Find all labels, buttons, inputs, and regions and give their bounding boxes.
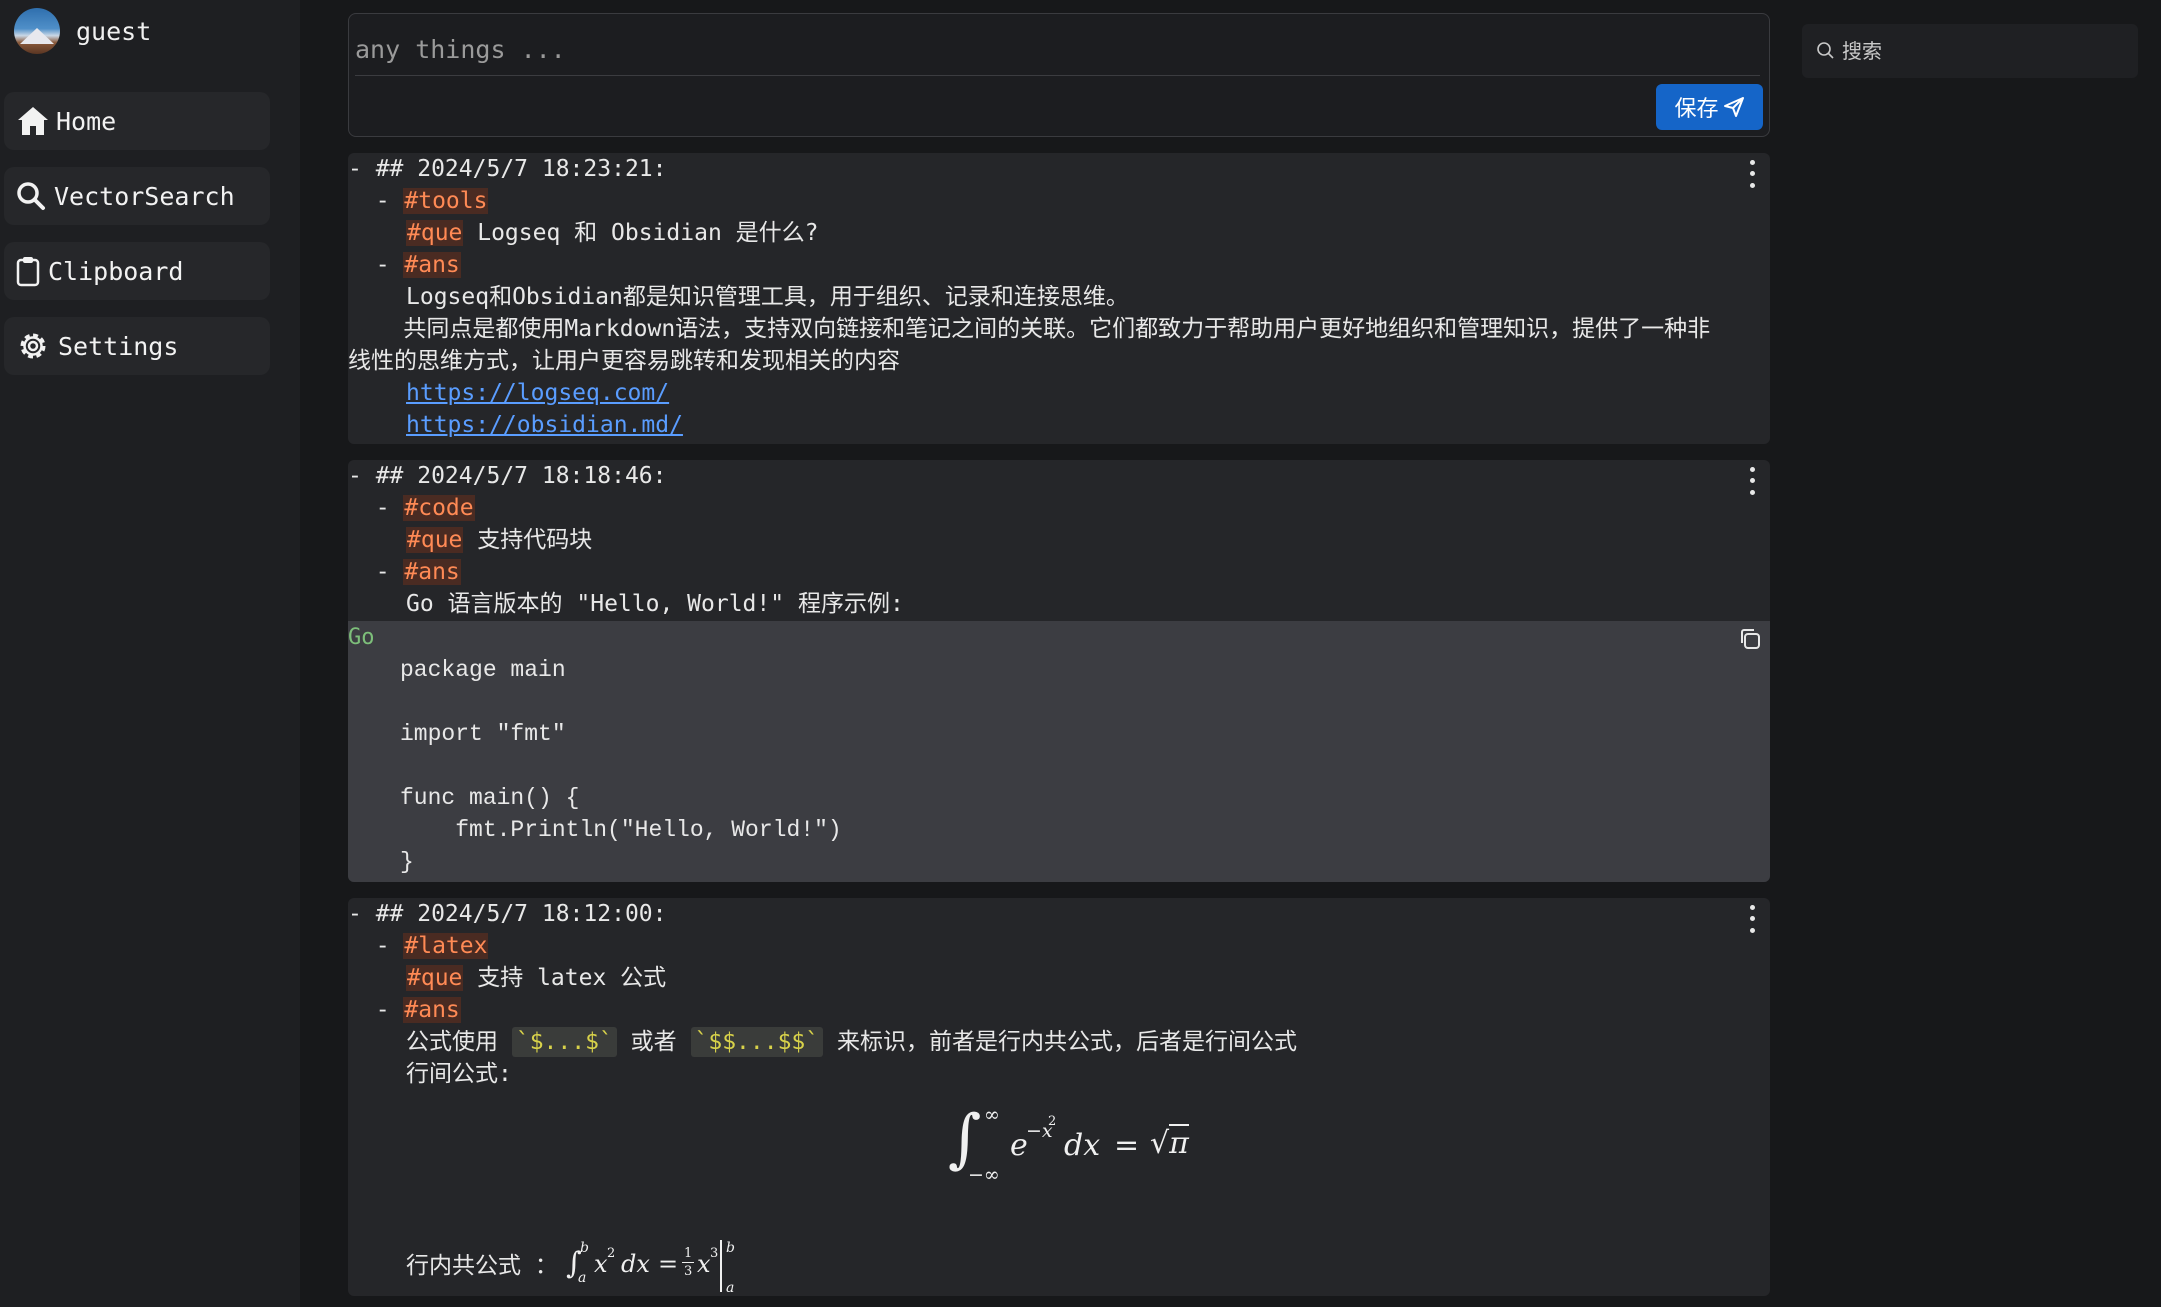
note-card: - ## 2024/5/7 18:18:46: - #code #que 支持代… <box>348 460 1770 882</box>
tag-tools[interactable]: #tools <box>403 188 489 214</box>
note-question: #que 支持 latex 公式 <box>406 962 666 994</box>
note-ans-line: - #ans <box>348 994 461 1026</box>
note-topic-line: - #code <box>348 492 475 524</box>
note-heading: - ## 2024/5/7 18:12:00: <box>348 901 667 927</box>
note-input[interactable] <box>355 24 1760 76</box>
nav-item-clipboard[interactable]: Clipboard <box>4 242 270 300</box>
answer-text: 来标识，前者是行内共公式，后者是行间公式 <box>823 1029 1297 1055</box>
bullet: - <box>348 495 404 521</box>
note-topic-line: - #tools <box>348 185 489 217</box>
search-icon <box>1817 42 1834 59</box>
answer-text: 公式使用 <box>406 1029 512 1055</box>
search-icon <box>17 182 45 210</box>
answer-text: Go 语言版本的 "Hello, World!" 程序示例: <box>406 591 904 617</box>
code-block: Go package main import "fmt" func main()… <box>348 621 1770 882</box>
note-ans-line: - #ans <box>348 249 461 281</box>
answer-text: 共同点是都使用Markdown语法，支持双向链接和笔记之间的关联。它们都致力于帮… <box>348 316 1711 342</box>
nav-item-settings[interactable]: Settings <box>4 317 270 375</box>
nav-label-home: Home <box>56 106 117 136</box>
copy-icon[interactable] <box>1738 627 1762 651</box>
question-text: 支持代码块 <box>463 527 593 553</box>
note-editor: 保存 <box>348 13 1770 137</box>
inline-formula-label: 行内共公式 ： <box>406 1253 558 1279</box>
tag-ans[interactable]: #ans <box>403 252 461 278</box>
note-question: #que 支持代码块 <box>406 524 592 556</box>
note-question: #que Logseq 和 Obsidian 是什么? <box>406 217 819 249</box>
right-panel <box>1780 0 2161 1307</box>
search-input[interactable] <box>1842 39 2122 63</box>
tag-code[interactable]: #code <box>403 495 475 521</box>
tag-ans[interactable]: #ans <box>403 559 461 585</box>
tag-que[interactable]: #que <box>406 965 464 991</box>
code-line: import "fmt" <box>400 721 566 747</box>
code-line: func main() { <box>400 785 580 811</box>
note-heading: - ## 2024/5/7 18:23:21: <box>348 156 667 182</box>
tag-latex[interactable]: #latex <box>403 933 489 959</box>
link-obsidian[interactable]: https://obsidian.md/ <box>406 409 683 441</box>
note-topic-line: - #latex <box>348 930 489 962</box>
answer-text: 或者 <box>616 1029 691 1055</box>
bullet: - <box>348 188 404 214</box>
block-formula-label: 行间公式: <box>406 1061 512 1087</box>
answer-text: 线性的思维方式，让用户更容易跳转和发现相关的内容 <box>348 348 900 374</box>
avatar[interactable] <box>14 8 60 54</box>
answer-text: Logseq和Obsidian都是知识管理工具，用于组织、记录和连接思维。 <box>406 284 1129 310</box>
save-button-label: 保存 <box>1674 97 1719 122</box>
username: guest <box>76 16 152 46</box>
more-menu-icon[interactable] <box>1744 157 1760 191</box>
bullet: - <box>348 933 404 959</box>
send-icon <box>1723 97 1744 117</box>
save-button[interactable]: 保存 <box>1656 84 1763 130</box>
note-ans-line: - #ans <box>348 556 461 588</box>
bullet: - <box>348 252 404 278</box>
tag-que[interactable]: #que <box>406 527 464 553</box>
code-line: } <box>400 849 414 875</box>
bullet: - <box>348 559 404 585</box>
main-content: 保存 - ## 2024/5/7 18:23:21: - #tools #que… <box>300 0 1780 1307</box>
code-line: package main <box>400 657 566 683</box>
more-menu-icon[interactable] <box>1744 902 1760 936</box>
nav-item-home[interactable]: Home <box>4 92 270 150</box>
inline-code: `$...$` <box>511 1027 617 1057</box>
nav-item-vectorsearch[interactable]: VectorSearch <box>4 167 270 225</box>
more-menu-icon[interactable] <box>1744 464 1760 498</box>
nav-label-vectorsearch: VectorSearch <box>54 181 235 211</box>
code-line: fmt.Println("Hello, World!") <box>400 817 842 843</box>
note-heading: - ## 2024/5/7 18:18:46: <box>348 463 667 489</box>
nav-label-settings: Settings <box>58 331 179 361</box>
answer-text: 公式使用 `$...$` 或者 `$$...$$` 来标识，前者是行内共公式，后… <box>406 1026 1297 1058</box>
link-logseq[interactable]: https://logseq.com/ <box>406 377 669 409</box>
clipboard-icon <box>16 257 40 287</box>
search-box[interactable] <box>1802 24 2138 78</box>
note-card: - ## 2024/5/7 18:12:00: - #latex #que 支持… <box>348 898 1770 1296</box>
user-profile[interactable]: guest <box>14 8 151 54</box>
question-text: 支持 latex 公式 <box>463 965 667 991</box>
code-language-label: Go <box>348 625 375 650</box>
gear-icon <box>20 333 46 359</box>
inline-code: `$$...$$` <box>690 1027 824 1057</box>
tag-que[interactable]: #que <box>406 220 464 246</box>
tag-ans[interactable]: #ans <box>403 997 461 1023</box>
question-text: Logseq 和 Obsidian 是什么? <box>463 220 819 246</box>
home-icon <box>18 107 48 135</box>
nav-label-clipboard: Clipboard <box>48 256 184 286</box>
sidebar: guest Home VectorSearch Clipboard Settin… <box>0 0 300 1307</box>
note-card: - ## 2024/5/7 18:23:21: - #tools #que Lo… <box>348 153 1770 444</box>
bullet: - <box>348 997 404 1023</box>
